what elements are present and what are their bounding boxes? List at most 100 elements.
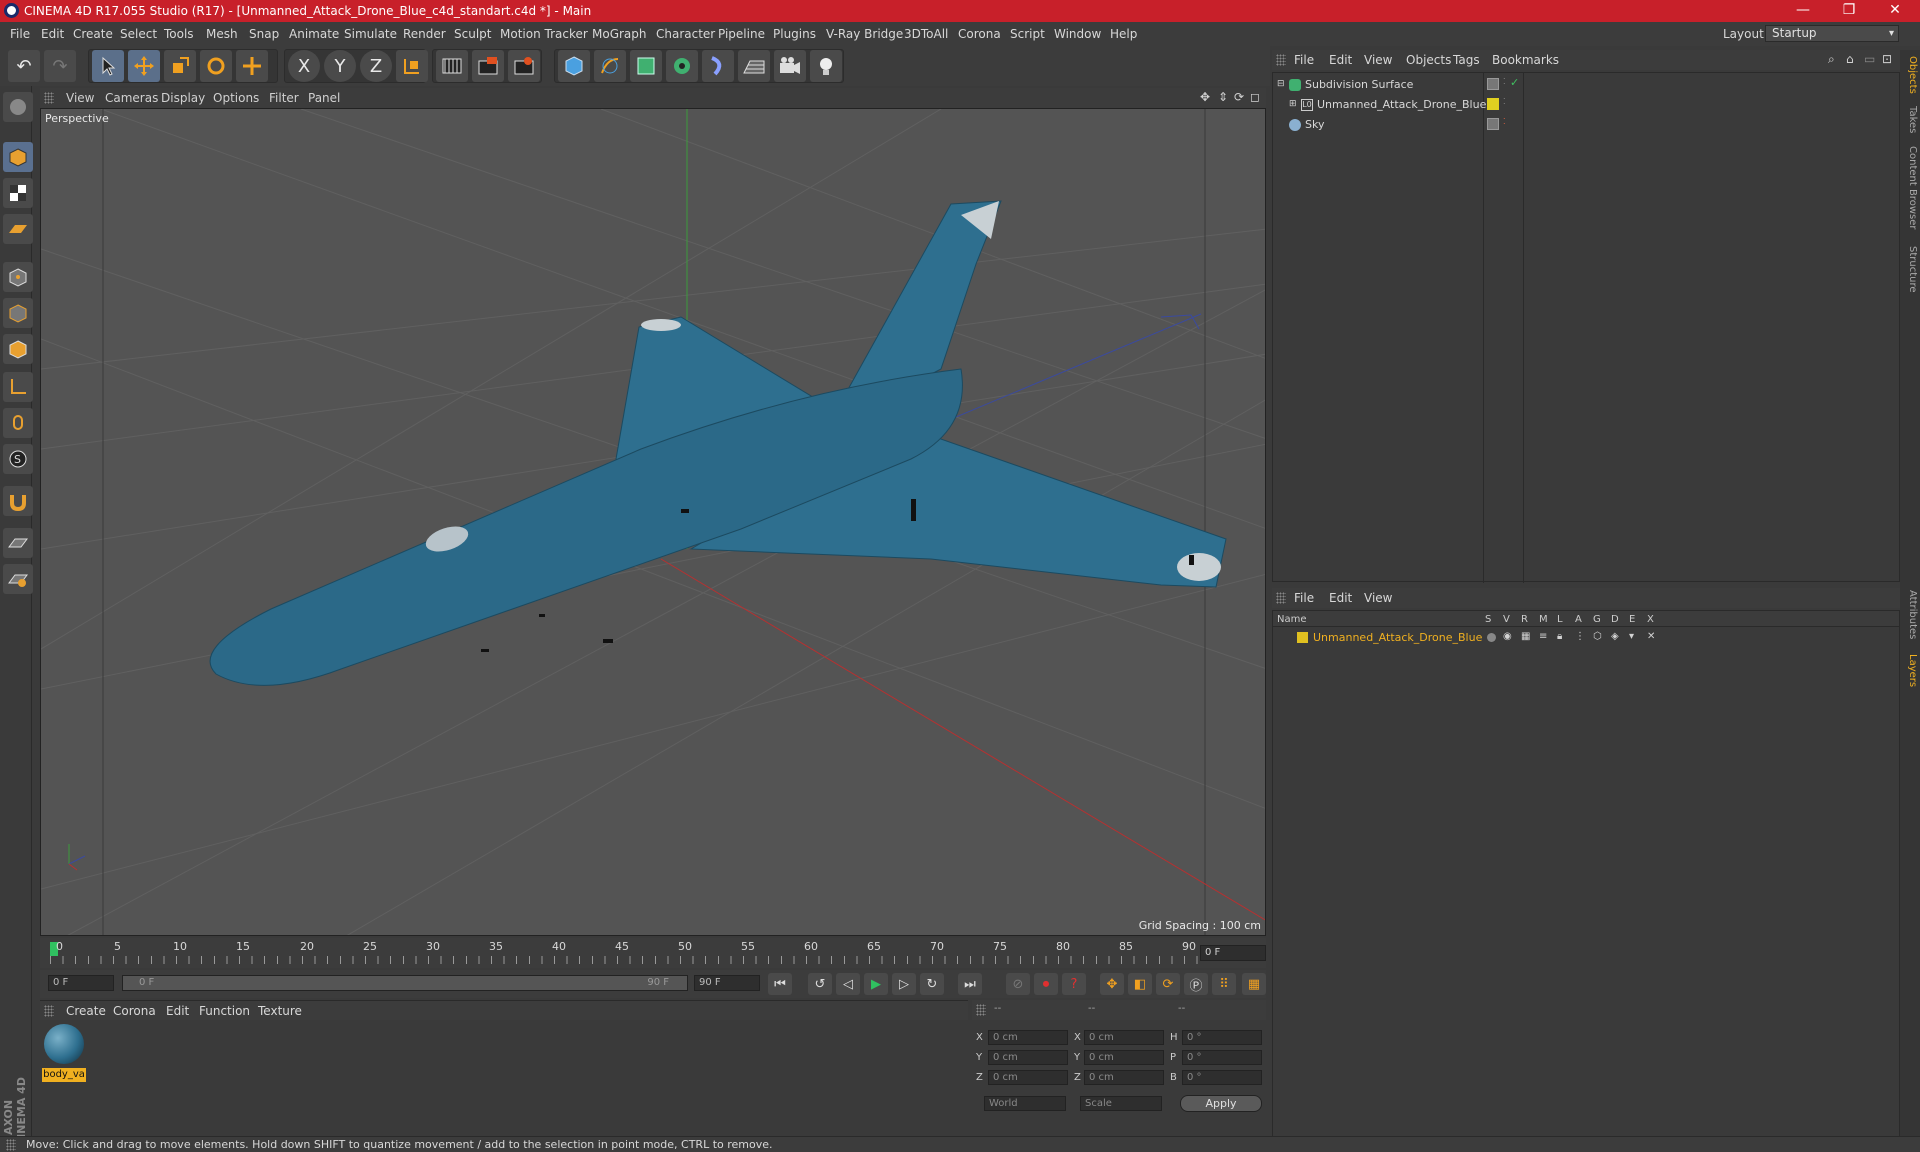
rotation-b-field[interactable]: 0 ° bbox=[1182, 1070, 1262, 1085]
menu-snap[interactable]: Snap bbox=[249, 27, 279, 41]
render-settings-icon[interactable] bbox=[508, 50, 540, 82]
menu-animate[interactable]: Animate bbox=[289, 27, 339, 41]
menu-sculpt[interactable]: Sculpt bbox=[454, 27, 491, 41]
object-home-icon[interactable]: ⌂ bbox=[1846, 52, 1854, 66]
apply-button[interactable]: Apply bbox=[1180, 1095, 1262, 1112]
autokey-icon[interactable]: ⏺ bbox=[1034, 973, 1058, 995]
axis-mode-icon[interactable] bbox=[3, 372, 33, 402]
object-menu-bookmarks[interactable]: Bookmarks bbox=[1492, 53, 1559, 67]
previous-frame-icon[interactable]: ◁ bbox=[836, 973, 860, 995]
viewport-nav-rotate-icon[interactable]: ⟳ bbox=[1234, 90, 1244, 104]
menu-3dtoall[interactable]: 3DToAll bbox=[904, 27, 948, 41]
key-rotation-icon[interactable]: ⟳ bbox=[1156, 973, 1180, 995]
layer-color-swatch[interactable] bbox=[1487, 78, 1499, 90]
y-axis-lock-button[interactable]: Y bbox=[324, 50, 356, 82]
enabled-check-icon[interactable]: ✓ bbox=[1510, 76, 1519, 89]
go-to-start-icon[interactable]: ⏮ bbox=[768, 973, 792, 995]
menu-corona[interactable]: Corona bbox=[958, 27, 1001, 41]
object-row[interactable]: ⊞ L0 Unmanned_Attack_Drone_Blue ⁚ bbox=[1273, 95, 1901, 115]
object-name[interactable]: Sky bbox=[1305, 118, 1324, 131]
object-name[interactable]: Subdivision Surface bbox=[1305, 78, 1413, 91]
menu-mesh[interactable]: Mesh bbox=[206, 27, 238, 41]
rotate-tool-icon[interactable] bbox=[200, 50, 232, 82]
object-row[interactable]: Sky ⁚ bbox=[1273, 115, 1901, 135]
object-row[interactable]: ⊟ Subdivision Surface ⁚ ✓ bbox=[1273, 75, 1901, 95]
coordinate-system-icon[interactable] bbox=[396, 50, 428, 82]
key-parameter-icon[interactable]: Ⓟ bbox=[1184, 973, 1208, 995]
render-toggle-icon[interactable]: ▦ bbox=[1521, 631, 1530, 642]
x-axis-lock-button[interactable]: X bbox=[288, 50, 320, 82]
scale-tool-icon[interactable] bbox=[164, 50, 196, 82]
viewport-maximize-icon[interactable]: ◻ bbox=[1250, 90, 1260, 104]
menu-mograph[interactable]: MoGraph bbox=[592, 27, 647, 41]
texture-mode-icon[interactable] bbox=[3, 178, 33, 208]
close-button[interactable]: ✕ bbox=[1872, 0, 1918, 22]
undo-button[interactable]: ↶ bbox=[8, 50, 40, 82]
pen-spline-icon[interactable] bbox=[594, 50, 626, 82]
object-menu-file[interactable]: File bbox=[1294, 53, 1314, 67]
scale-mode-select[interactable]: Scale bbox=[1080, 1096, 1162, 1111]
tab-objects[interactable]: Objects bbox=[1902, 56, 1918, 94]
camera-icon[interactable] bbox=[774, 50, 806, 82]
select-tool-icon[interactable] bbox=[92, 50, 124, 82]
make-editable-icon[interactable] bbox=[3, 92, 33, 122]
edges-mode-icon[interactable] bbox=[3, 298, 33, 328]
size-y-field[interactable]: 0 cm bbox=[1084, 1050, 1164, 1065]
workplane-mode-icon[interactable] bbox=[3, 214, 33, 244]
menu-character[interactable]: Character bbox=[656, 27, 715, 41]
xref-toggle-icon[interactable]: ✕ bbox=[1647, 631, 1655, 642]
material-menu-corona[interactable]: Corona bbox=[113, 1004, 156, 1018]
size-x-field[interactable]: 0 cm bbox=[1084, 1030, 1164, 1045]
position-y-field[interactable]: 0 cm bbox=[988, 1050, 1068, 1065]
key-position-icon[interactable]: ✥ bbox=[1100, 973, 1124, 995]
layer-menu-edit[interactable]: Edit bbox=[1329, 591, 1352, 605]
menu-select[interactable]: Select bbox=[120, 27, 157, 41]
next-frame-icon[interactable]: ▷ bbox=[892, 973, 916, 995]
start-frame-field[interactable]: 0 F bbox=[48, 975, 114, 991]
model-mode-icon[interactable] bbox=[3, 142, 33, 172]
move-tool-icon[interactable] bbox=[128, 50, 160, 82]
rotation-h-field[interactable]: 0 ° bbox=[1182, 1030, 1262, 1045]
menu-edit[interactable]: Edit bbox=[41, 27, 64, 41]
menu-create[interactable]: Create bbox=[73, 27, 113, 41]
position-z-field[interactable]: 0 cm bbox=[988, 1070, 1068, 1085]
frame-range-slider[interactable]: 0 F 90 F bbox=[122, 975, 688, 991]
layer-menu-file[interactable]: File bbox=[1294, 591, 1314, 605]
deformers-toggle-icon[interactable]: ◈ bbox=[1611, 631, 1619, 642]
expand-icon[interactable]: ⊞ bbox=[1289, 99, 1297, 109]
viewport-nav-zoom-icon[interactable]: ⇕ bbox=[1218, 90, 1228, 104]
collapse-icon[interactable]: ⊟ bbox=[1277, 79, 1285, 89]
cube-object-icon[interactable] bbox=[558, 50, 590, 82]
object-menu-objects[interactable]: Objects bbox=[1406, 53, 1451, 67]
viewport-menu-options[interactable]: Options bbox=[213, 91, 259, 105]
tab-layers[interactable]: Layers bbox=[1902, 654, 1918, 687]
manager-toggle-icon[interactable]: ≡ bbox=[1539, 631, 1547, 642]
tweak-mode-icon[interactable] bbox=[3, 408, 33, 438]
menu-simulate[interactable]: Simulate bbox=[344, 27, 397, 41]
object-name[interactable]: Unmanned_Attack_Drone_Blue bbox=[1317, 98, 1486, 111]
layer-color-swatch[interactable] bbox=[1487, 98, 1499, 110]
workplane-lock-icon[interactable] bbox=[3, 528, 33, 558]
keyframe-selection-icon[interactable]: ? bbox=[1062, 973, 1086, 995]
polygons-mode-icon[interactable] bbox=[3, 334, 33, 364]
layer-color-swatch[interactable] bbox=[1297, 632, 1308, 643]
object-menu-view[interactable]: View bbox=[1364, 53, 1392, 67]
material-menu-function[interactable]: Function bbox=[199, 1004, 250, 1018]
object-menu-edit[interactable]: Edit bbox=[1329, 53, 1352, 67]
lock-toggle-icon[interactable]: 🔒︎ bbox=[1557, 631, 1562, 642]
menu-window[interactable]: Window bbox=[1054, 27, 1101, 41]
tab-takes[interactable]: Takes bbox=[1902, 106, 1918, 133]
material-menu-create[interactable]: Create bbox=[66, 1004, 106, 1018]
object-search-icon[interactable]: ⌕ bbox=[1828, 52, 1835, 67]
floor-icon[interactable] bbox=[738, 50, 770, 82]
object-expand-icon[interactable]: ⊡ bbox=[1882, 52, 1892, 66]
snap-icon[interactable]: S bbox=[3, 444, 33, 474]
subdivision-surface-icon[interactable] bbox=[630, 50, 662, 82]
material-menu-texture[interactable]: Texture bbox=[258, 1004, 302, 1018]
layout-select[interactable]: Startup bbox=[1765, 25, 1899, 42]
layer-color-swatch[interactable] bbox=[1487, 118, 1499, 130]
material-name[interactable]: body_va bbox=[42, 1068, 86, 1082]
go-to-end-icon[interactable]: ⏭ bbox=[958, 973, 982, 995]
generators-toggle-icon[interactable]: ⬡ bbox=[1593, 631, 1602, 642]
menu-pipeline[interactable]: Pipeline bbox=[718, 27, 765, 41]
